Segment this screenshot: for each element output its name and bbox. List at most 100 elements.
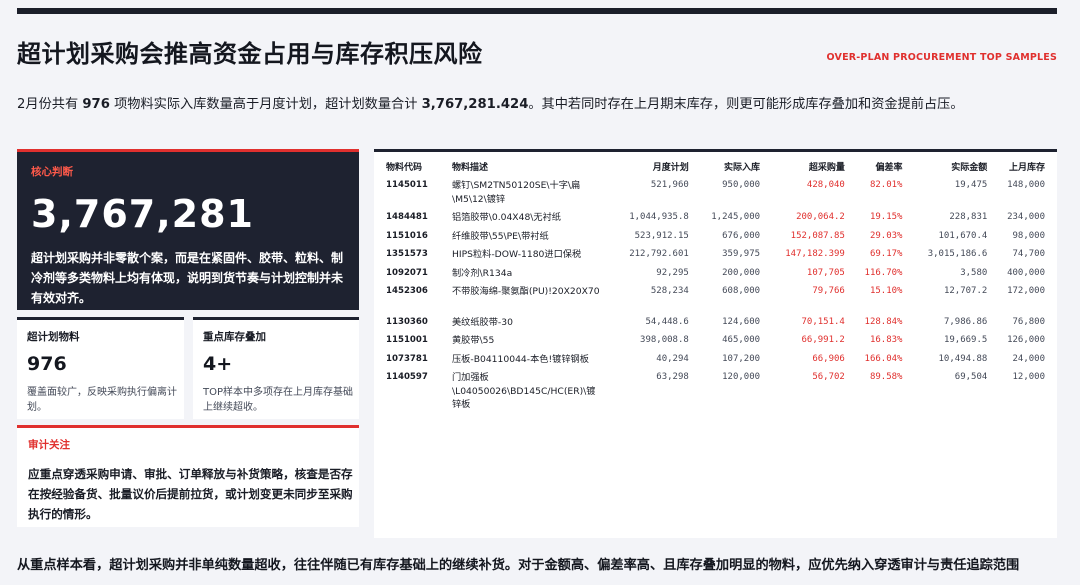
table-cell: 12,707.2 — [943, 286, 988, 296]
stat-label: 重点库存叠加 — [203, 331, 266, 343]
table-cell: 1452306 — [386, 286, 428, 296]
table-row: 1130360 美纹纸胶带-30 54,448.6 124,600 70,151.4 12… — [382, 313, 1049, 332]
table-row: 1145011 螺钉\SM2TN50120SE\十字\扁\M5\12\镀锌 521,… — [382, 176, 1049, 208]
core-judgment-card: 核心判断 3,767,281 超计划采购并非零散个案，而是在紧固件、胶带、粒料、… — [17, 149, 359, 310]
table-cell: 制冷剂\R134a — [452, 267, 513, 279]
table-row: 1073781 压板-B04110044-本色!镀锌钢板 40,294 107,200… — [382, 350, 1049, 369]
table-cell: 92,295 — [656, 267, 689, 278]
table-cell: 15.10% — [869, 286, 903, 296]
table-cell: 359,975 — [722, 249, 761, 259]
table-cell: 228,831 — [949, 212, 988, 222]
table-cell: 54,448.6 — [645, 316, 689, 327]
table-cell: 19.15% — [869, 212, 903, 222]
table-cell: 950,000 — [722, 180, 761, 190]
table-cell: 124,600 — [722, 316, 761, 327]
table-row: 1351573 HIPS粒料-DOW-1180进口保税 212,792.601 359… — [382, 245, 1049, 264]
core-judgment-value: 3,767,281 — [31, 192, 254, 236]
table-cell: 66,991.2 — [801, 335, 845, 345]
table-cell: 美纹纸胶带-30 — [452, 316, 513, 328]
table-cell: 166.04% — [864, 353, 903, 364]
table-cell: 7,986.86 — [943, 316, 988, 327]
table-cell: 1,245,000 — [711, 212, 761, 222]
table-row: 1140597 门加强板\L04050026\BD145C/HC(ER)\镀锌板 6… — [382, 368, 1049, 414]
table-cell: 1,044,935.8 — [629, 212, 689, 222]
table-cell: 79,766 — [812, 286, 845, 296]
intro-text-1: 2月份共有 — [17, 97, 83, 112]
audit-focus-tag: 审计关注 — [28, 439, 70, 451]
table-row-spacer — [382, 301, 1049, 313]
table-cell: 74,700 — [1012, 249, 1045, 259]
core-judgment-desc: 超计划采购并非零散个案，而是在紧固件、胶带、粒料、制冷剂等多类物料上均有体现，说… — [31, 251, 344, 305]
table-cell: 528,234 — [650, 286, 689, 296]
table-cell: 465,000 — [722, 335, 761, 345]
audit-focus-text: 应重点穿透采购申请、审批、订单释放与补货策略，核查是否存在按经验备货、批量议价后… — [28, 467, 353, 521]
footer-conclusion: 从重点样本看，超计划采购并非单纯数量超收，往往伴随已有库存基础上的继续补货。对于… — [17, 558, 1020, 573]
table-row: 1484481 铝箔胶带\0.04X48\无衬纸 1,044,935.8 1,245,… — [382, 208, 1049, 227]
table-cell: 676,000 — [722, 230, 761, 241]
table-cell: 1151001 — [386, 335, 428, 345]
table-cell: 200,000 — [722, 267, 761, 278]
table-cell: 608,000 — [722, 286, 761, 296]
table-cell: 40,294 — [656, 353, 689, 364]
table-row: 1452306 不带胶海绵-聚氨酯(PU)!20X20X70 528,234 608,… — [382, 282, 1049, 301]
table-cell: 1145011 — [386, 180, 428, 190]
table-cell: 1484481 — [386, 212, 428, 222]
intro-count: 976 — [82, 97, 110, 112]
stat-label: 超计划物料 — [27, 331, 80, 343]
col-header-stock: 上月库存 — [1008, 163, 1045, 173]
intro-paragraph: 2月份共有 976 项物料实际入库数量高于月度计划，超计划数量合计 3,767,… — [17, 93, 964, 112]
table-cell: 76,800 — [1012, 316, 1045, 327]
col-header-plan: 月度计划 — [652, 163, 689, 173]
col-header-actual: 实际入库 — [724, 163, 761, 173]
table-cell: 63,298 — [656, 372, 689, 382]
table-cell: 82.01% — [869, 180, 903, 190]
table-cell: 29.03% — [869, 230, 903, 241]
table-cell: 3,015,186.6 — [927, 249, 988, 259]
table-cell: 148,000 — [1007, 180, 1045, 190]
table-header-row: 物料代码 物料描述 月度计划 实际入库 超采购量 偏差率 实际金额 上月库存 — [382, 160, 1049, 176]
table-cell: 黄胶带\55 — [452, 335, 495, 346]
top-samples-table: 物料代码 物料描述 月度计划 实际入库 超采购量 偏差率 实际金额 上月库存 1… — [382, 160, 1049, 414]
intro-text-3: 。其中若同时存在上月期末库存，则更可能形成库存叠加和资金提前占压。 — [528, 97, 964, 112]
audit-focus-card: 审计关注 应重点穿透采购申请、审批、订单释放与补货策略，核查是否存在按经验备货、… — [17, 425, 359, 527]
page-title: 超计划采购会推高资金占用与库存积压风险 — [17, 40, 483, 68]
table-cell: 19,475 — [954, 180, 988, 190]
table-cell: 69,504 — [954, 372, 988, 382]
table-cell: 16.83% — [869, 335, 903, 345]
col-header-amount: 实际金额 — [951, 163, 988, 173]
stat-card-over-plan: 超计划物料 976 覆盖面较广，反映采购执行偏离计划。 — [17, 317, 184, 419]
table-cell: 12,000 — [1012, 372, 1045, 382]
col-header-code: 物料代码 — [386, 163, 423, 173]
table-cell: 纤维胶带\55\PE\带衬纸 — [452, 230, 549, 242]
table-cell: 铝箔胶带\0.04X48\无衬纸 — [452, 212, 561, 223]
table-cell: 212,792.601 — [629, 249, 689, 259]
intro-text-2: 项物料实际入库数量高于月度计划，超计划数量合计 — [109, 97, 422, 112]
table-cell: 螺钉\SM2TN50120SE\十字\扁\M5\12\镀锌 — [452, 180, 581, 205]
table-cell: 428,040 — [806, 180, 845, 190]
table-cell: 107,705 — [806, 267, 845, 278]
top-samples-table-card: 物料代码 物料描述 月度计划 实际入库 超采购量 偏差率 实际金额 上月库存 1… — [374, 149, 1057, 538]
table-cell: 不带胶海绵-聚氨酯(PU)!20X20X70 — [452, 286, 600, 297]
table-cell: 1351573 — [386, 249, 428, 259]
table-cell: 107,200 — [722, 353, 761, 364]
table-cell: 1130360 — [386, 316, 428, 327]
table-cell: 234,000 — [1007, 212, 1045, 222]
table-cell: 69.17% — [869, 249, 903, 259]
stat-value: 976 — [27, 353, 67, 375]
table-cell: 1073781 — [386, 353, 428, 364]
table-cell: 400,000 — [1007, 267, 1045, 278]
stat-note: TOP样本中多项存在上月库存基础上继续超收。 — [203, 387, 354, 413]
table-row: 1151001 黄胶带\55 398,008.8 465,000 66,991.2 16.… — [382, 331, 1049, 350]
table-cell: 1151016 — [386, 230, 428, 241]
table-cell: 1092071 — [386, 267, 428, 278]
table-cell: 128.84% — [864, 316, 903, 327]
table-cell: 门加强板\L04050026\BD145C/HC(ER)\镀锌板 — [452, 372, 596, 410]
stat-card-inventory-stack: 重点库存叠加 4+ TOP样本中多项存在上月库存基础上继续超收。 — [193, 317, 359, 419]
col-header-over: 超采购量 — [808, 163, 845, 173]
table-cell: 19,669.5 — [943, 335, 988, 345]
table-cell: 66,906 — [812, 353, 845, 364]
table-cell: 89.58% — [869, 372, 903, 382]
table-cell: 56,702 — [812, 372, 845, 382]
table-cell: 98,000 — [1012, 230, 1045, 241]
intro-total: 3,767,281.424 — [421, 97, 529, 112]
